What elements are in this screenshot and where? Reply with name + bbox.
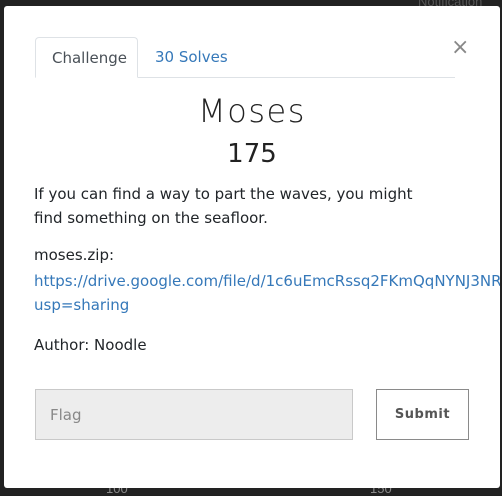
challenge-title: Moses	[198, 92, 306, 130]
file-label: moses.zip:	[34, 246, 115, 264]
challenge-description: If you can find a way to part the waves,…	[34, 185, 413, 227]
flag-input[interactable]	[35, 389, 353, 440]
file-link-line-2[interactable]: usp=sharing	[34, 296, 500, 314]
challenge-value: 175	[227, 139, 277, 169]
tab-solves[interactable]: 30 Solves	[139, 37, 244, 77]
close-icon[interactable]: ×	[451, 37, 469, 59]
file-link-line-1[interactable]: https://drive.google.com/file/d/1c6uEmcR…	[34, 272, 500, 290]
submit-button[interactable]: Submit	[376, 389, 469, 440]
challenge-author: Author: Noodle	[34, 336, 147, 354]
challenge-modal: Challenge 30 Solves × Moses 175 If you c…	[4, 6, 500, 488]
modal-tabs: Challenge 30 Solves	[35, 37, 455, 78]
tab-challenge[interactable]: Challenge	[35, 37, 138, 78]
